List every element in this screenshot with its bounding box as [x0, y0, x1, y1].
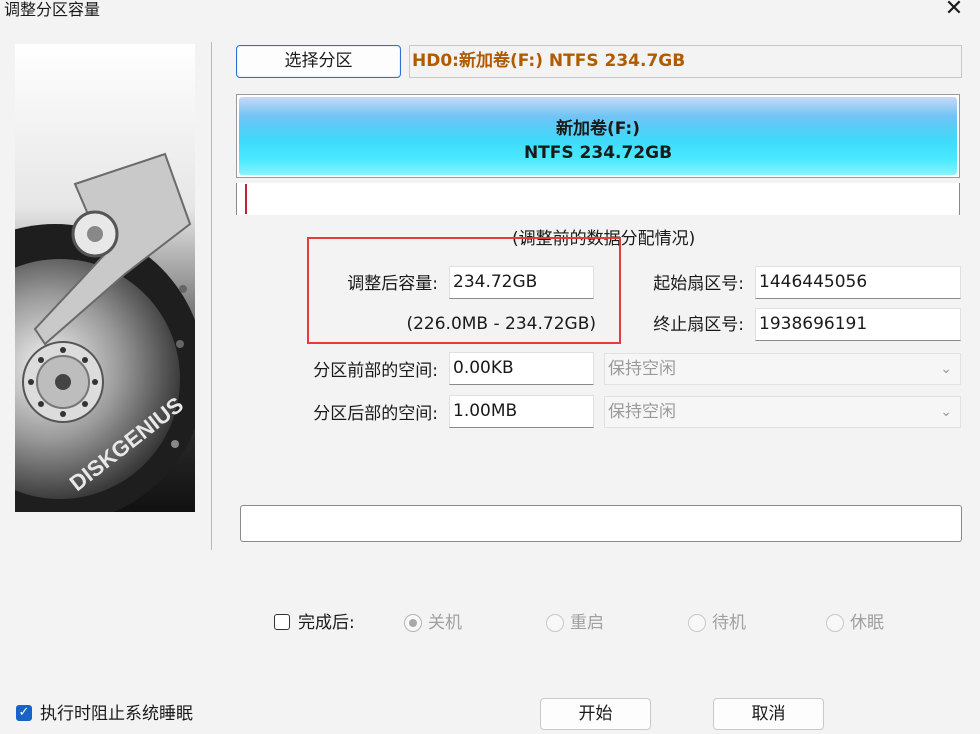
cancel-button[interactable]: 取消: [713, 698, 824, 730]
chevron-down-icon: ⌄: [940, 361, 952, 377]
window-title: 调整分区容量: [4, 0, 101, 19]
radio-restart-label: 重启: [570, 613, 604, 633]
space-before-option: 保持空闲: [608, 359, 676, 379]
space-after-option: 保持空闲: [608, 402, 676, 422]
select-partition-button[interactable]: 选择分区: [236, 45, 401, 78]
new-size-range: (226.0MB - 234.72GB): [406, 314, 596, 334]
new-size-label: 调整后容量:: [347, 274, 438, 294]
close-icon[interactable]: ✕: [940, 0, 968, 22]
after-completion-label: 完成后:: [298, 613, 355, 633]
resize-handle[interactable]: [245, 184, 247, 214]
radio-standby: [688, 614, 706, 632]
radio-shutdown-label: 关机: [428, 613, 462, 633]
partition-detail: NTFS 234.72GB: [523, 143, 673, 163]
partition-name: 新加卷(F:): [555, 119, 641, 139]
partition-info-field: HD0:新加卷(F:) NTFS 234.7GB: [409, 45, 962, 78]
radio-shutdown: [404, 614, 422, 632]
vertical-divider: [211, 42, 212, 550]
end-sector-label: 终止扇区号:: [653, 315, 744, 335]
space-before-dropdown: 保持空闲 ⌄: [604, 353, 961, 385]
start-sector-label: 起始扇区号:: [653, 274, 744, 294]
start-button[interactable]: 开始: [540, 698, 651, 730]
radio-hibernate: [826, 614, 844, 632]
new-size-input[interactable]: 234.72GB: [449, 266, 594, 299]
space-after-dropdown: 保持空闲 ⌄: [604, 396, 961, 428]
status-message-box: [240, 505, 962, 542]
resize-strip[interactable]: [236, 183, 960, 215]
radio-hibernate-label: 休眠: [850, 613, 884, 633]
space-after-label: 分区后部的空间:: [313, 404, 438, 424]
end-sector-input[interactable]: 1938696191: [755, 308, 961, 341]
partition-map: 新加卷(F:) NTFS 234.72GB: [236, 94, 960, 178]
space-after-input[interactable]: 1.00MB: [449, 395, 594, 428]
radio-standby-label: 待机: [712, 613, 746, 633]
partition-block[interactable]: 新加卷(F:) NTFS 234.72GB: [239, 97, 957, 175]
space-before-label: 分区前部的空间:: [313, 361, 438, 381]
prevent-sleep-checkbox[interactable]: ✓: [16, 705, 32, 721]
radio-restart: [546, 614, 564, 632]
start-sector-input[interactable]: 1446445056: [755, 266, 961, 299]
diskgenius-logo-image: DISKGENIUS: [15, 44, 195, 512]
space-before-input[interactable]: 0.00KB: [449, 352, 594, 385]
after-completion-checkbox[interactable]: [274, 614, 290, 630]
chevron-down-icon: ⌄: [940, 404, 952, 420]
prevent-sleep-label: 执行时阻止系统睡眠: [40, 704, 193, 724]
